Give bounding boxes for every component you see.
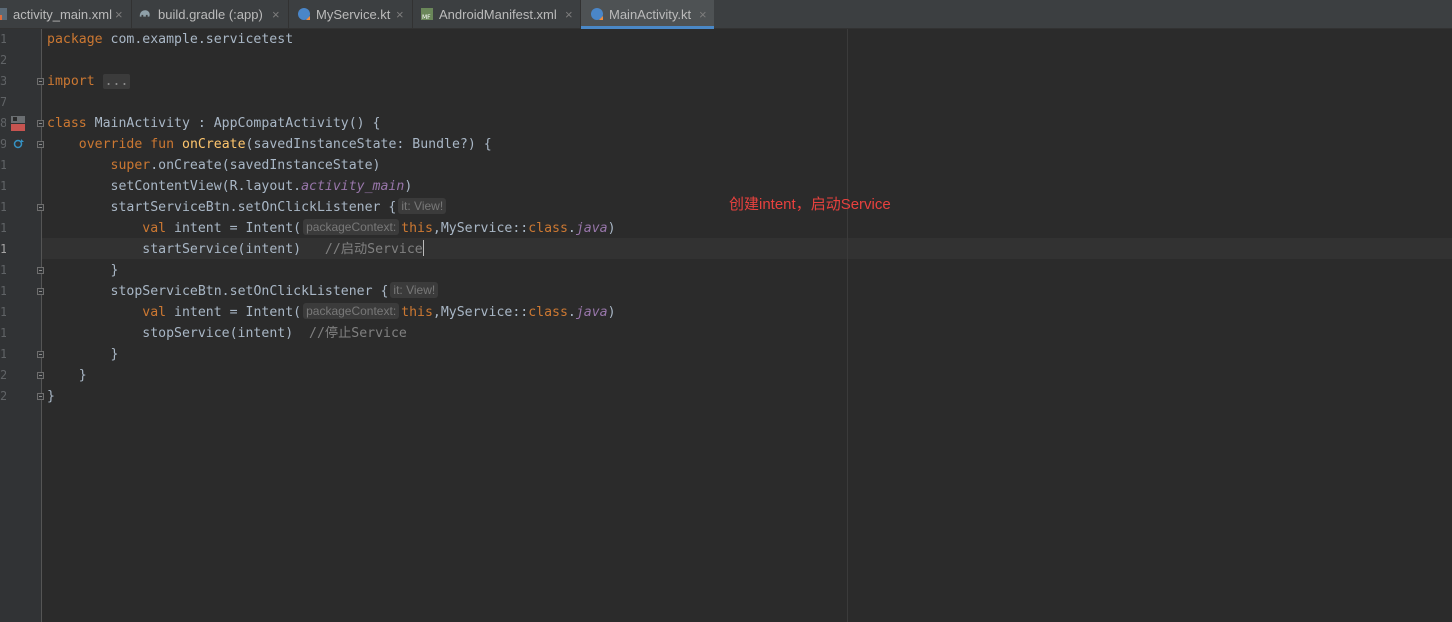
- code-line[interactable]: super.onCreate(savedInstanceState): [47, 155, 381, 176]
- tab-build-gradle[interactable]: build.gradle (:app) ×: [132, 0, 288, 28]
- line-number: 11: [0, 179, 6, 193]
- line-number: 14: [0, 242, 6, 256]
- fold-marker[interactable]: [37, 141, 44, 148]
- code-line[interactable]: }: [47, 365, 87, 386]
- override-method-icon[interactable]: [13, 138, 25, 150]
- close-icon[interactable]: ×: [272, 0, 280, 30]
- line-number: 8: [0, 116, 6, 130]
- code-editor[interactable]: 1 2 3 7 8 9 10 11 12 13 14 15 16 17 18 1…: [0, 29, 1452, 622]
- code-line[interactable]: stopServiceBtn.setOnClickListener {it: V…: [47, 281, 440, 302]
- gradle-elephant-icon: [139, 10, 150, 17]
- right-margin-guide: [847, 29, 848, 622]
- line-number: 9: [0, 137, 6, 151]
- line-number: 17: [0, 305, 6, 319]
- line-number: 15: [0, 263, 6, 277]
- xml-layout-icon: [0, 8, 7, 20]
- code-line[interactable]: package com.example.servicetest: [47, 29, 293, 50]
- tab-activity-main-xml[interactable]: activity_main.xml ×: [0, 0, 131, 28]
- fold-marker[interactable]: [37, 351, 44, 358]
- tab-android-manifest[interactable]: MF AndroidManifest.xml ×: [413, 0, 580, 28]
- parameter-hint: packageContext:: [303, 303, 400, 319]
- svg-text:MF: MF: [422, 14, 431, 21]
- close-icon[interactable]: ×: [115, 0, 123, 30]
- tab-label: MyService.kt: [316, 7, 391, 22]
- code-line[interactable]: }: [47, 260, 119, 281]
- line-number: 19: [0, 347, 6, 361]
- tab-mainactivity-kt[interactable]: MainActivity.kt ×: [581, 0, 714, 29]
- line-number: 10: [0, 158, 6, 172]
- line-number: 20: [0, 368, 6, 382]
- code-line[interactable]: }: [47, 386, 55, 407]
- tab-label: activity_main.xml: [13, 7, 112, 22]
- code-line[interactable]: setContentView(R.layout.activity_main): [47, 176, 413, 197]
- editor-tab-bar: activity_main.xml × build.gradle (:app) …: [0, 0, 1452, 29]
- line-number: 7: [0, 95, 6, 109]
- parameter-hint: packageContext:: [303, 219, 400, 235]
- line-number: 2: [0, 53, 6, 67]
- inlay-hint: it: View!: [390, 282, 439, 298]
- fold-marker[interactable]: [37, 204, 44, 211]
- code-line[interactable]: stopService(intent) //停止Service: [47, 323, 407, 344]
- code-line[interactable]: }: [47, 344, 119, 365]
- fold-marker[interactable]: [37, 78, 44, 85]
- line-number: 3: [0, 74, 6, 88]
- close-icon[interactable]: ×: [396, 0, 404, 30]
- code-line[interactable]: val intent = Intent(packageContext: this,…: [47, 302, 616, 323]
- red-annotation-text: 创建intent，启动Service: [729, 196, 891, 213]
- code-line-current[interactable]: startService(intent) //启动Service: [47, 239, 424, 260]
- kotlin-class-icon: [298, 8, 310, 20]
- fold-marker[interactable]: [37, 267, 44, 274]
- code-line[interactable]: class MainActivity : AppCompatActivity()…: [47, 113, 380, 134]
- fold-marker[interactable]: [37, 393, 44, 400]
- kotlin-class-icon: [591, 8, 603, 20]
- line-number: 1: [0, 32, 6, 46]
- code-line[interactable]: val intent = Intent(packageContext: this,…: [47, 218, 616, 239]
- tab-label: AndroidManifest.xml: [439, 7, 557, 22]
- text-caret: [422, 240, 424, 256]
- tab-label: build.gradle (:app): [158, 7, 263, 22]
- inlay-hint: it: View!: [398, 198, 447, 214]
- line-number: 13: [0, 221, 6, 235]
- fold-marker[interactable]: [37, 120, 44, 127]
- fold-marker[interactable]: [37, 372, 44, 379]
- manifest-icon: MF: [421, 8, 433, 21]
- code-line[interactable]: import ...: [47, 71, 131, 92]
- fold-marker[interactable]: [37, 288, 44, 295]
- run-activity-icon[interactable]: [11, 116, 25, 131]
- line-number: 21: [0, 389, 6, 403]
- folded-imports[interactable]: ...: [102, 74, 131, 89]
- line-number: 16: [0, 284, 6, 298]
- line-number: 12: [0, 200, 6, 214]
- close-icon[interactable]: ×: [565, 0, 573, 30]
- tab-myservice-kt[interactable]: MyService.kt ×: [289, 0, 412, 28]
- code-line[interactable]: override fun onCreate(savedInstanceState…: [47, 134, 492, 155]
- line-number: 18: [0, 326, 6, 340]
- code-line[interactable]: startServiceBtn.setOnClickListener {it: …: [47, 197, 448, 218]
